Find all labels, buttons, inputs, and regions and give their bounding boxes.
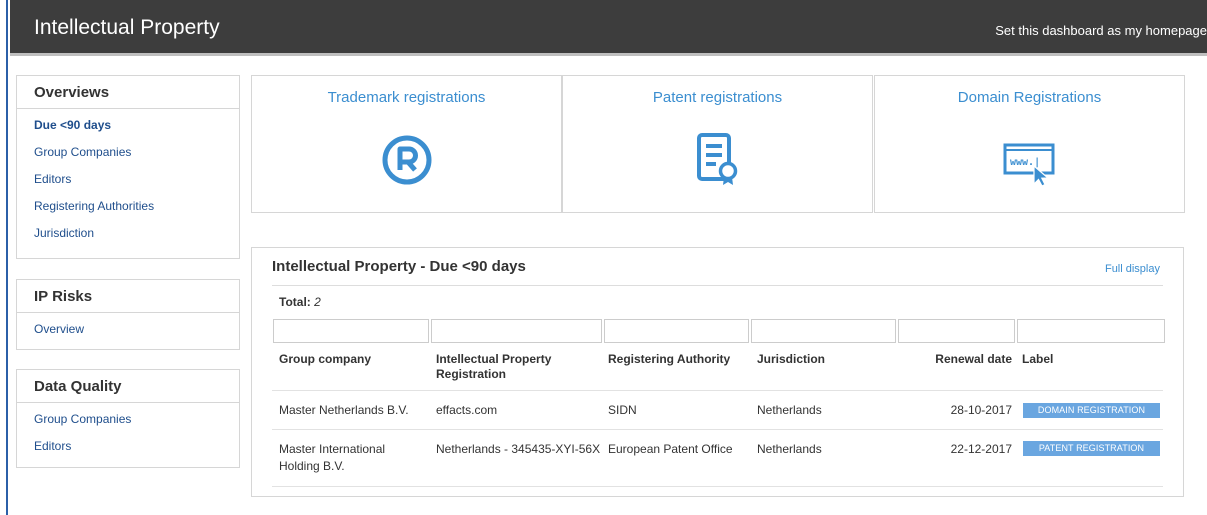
cell-ip-registration: effacts.com bbox=[436, 403, 498, 417]
overviews-panel-title: Overviews bbox=[17, 76, 239, 109]
www-cursor-icon: www.| bbox=[1002, 140, 1058, 191]
window-left-border bbox=[0, 0, 8, 515]
filter-group-company[interactable] bbox=[273, 319, 429, 343]
cell-jurisdiction: Netherlands bbox=[757, 442, 822, 456]
sidebar-item-overview[interactable]: Overview bbox=[17, 317, 239, 344]
trademark-registrations-card[interactable]: Trademark registrations bbox=[251, 75, 562, 213]
data-quality-panel-title: Data Quality bbox=[17, 370, 239, 403]
registered-icon bbox=[381, 134, 433, 191]
total-count: Total: 2 bbox=[279, 295, 321, 309]
total-value: 2 bbox=[314, 295, 321, 309]
overviews-panel: Overviews Due <90 days Group Companies E… bbox=[16, 75, 240, 259]
ip-risks-panel-title: IP Risks bbox=[17, 280, 239, 313]
sidebar-item-due-90-days[interactable]: Due <90 days bbox=[17, 113, 239, 140]
cell-group-company: Master Netherlands B.V. bbox=[279, 403, 409, 417]
column-header-registering-authority[interactable]: Registering Authority bbox=[608, 352, 730, 367]
filter-jurisdiction[interactable] bbox=[751, 319, 896, 343]
sidebar-item-dq-editors[interactable]: Editors bbox=[17, 434, 239, 461]
domain-registration-badge: DOMAIN REGISTRATION bbox=[1023, 403, 1160, 418]
total-label: Total: bbox=[279, 295, 311, 309]
patent-registration-badge: PATENT REGISTRATION bbox=[1023, 441, 1160, 456]
sidebar-item-editors[interactable]: Editors bbox=[17, 167, 239, 194]
header-divider bbox=[272, 390, 1163, 391]
card-title-domain: Domain Registrations bbox=[957, 89, 1102, 106]
filter-registering-authority[interactable] bbox=[604, 319, 749, 343]
filter-label[interactable] bbox=[1017, 319, 1165, 343]
card-title-trademark: Trademark registrations bbox=[327, 89, 486, 106]
column-header-label[interactable]: Label bbox=[1022, 352, 1053, 367]
patent-registrations-card[interactable]: Patent registrations bbox=[562, 75, 873, 213]
cell-registering-authority: European Patent Office bbox=[608, 442, 733, 456]
sidebar-item-registering-authorities[interactable]: Registering Authorities bbox=[17, 194, 239, 221]
full-display-link[interactable]: Full display bbox=[1105, 263, 1160, 275]
row-divider bbox=[272, 429, 1163, 430]
certificate-icon bbox=[692, 131, 744, 192]
domain-registrations-card[interactable]: Domain Registrations www.| bbox=[874, 75, 1185, 213]
filter-renewal-date[interactable] bbox=[898, 319, 1015, 343]
ip-risks-panel: IP Risks Overview bbox=[16, 279, 240, 350]
card-title-patent: Patent registrations bbox=[652, 89, 783, 106]
page-title: Intellectual Property bbox=[34, 16, 220, 39]
column-header-jurisdiction[interactable]: Jurisdiction bbox=[757, 352, 825, 367]
app-header: Intellectual Property Set this dashboard… bbox=[10, 0, 1207, 56]
column-header-renewal-date[interactable]: Renewal date bbox=[928, 352, 1012, 367]
sidebar-item-dq-group-companies[interactable]: Group Companies bbox=[17, 407, 239, 434]
filter-ip-registration[interactable] bbox=[431, 319, 602, 343]
cell-renewal-date: 28-10-2017 bbox=[950, 403, 1012, 417]
column-header-ip-registration[interactable]: Intellectual Property Registration bbox=[436, 352, 586, 382]
svg-text:www.|: www.| bbox=[1010, 157, 1040, 168]
sidebar-item-jurisdiction[interactable]: Jurisdiction bbox=[17, 221, 239, 248]
cell-jurisdiction: Netherlands bbox=[757, 403, 822, 417]
title-divider bbox=[272, 285, 1163, 286]
data-quality-panel: Data Quality Group Companies Editors bbox=[16, 369, 240, 468]
cell-ip-registration: Netherlands - 345435-XYI-56X bbox=[436, 442, 601, 456]
cell-group-company: Master International Holding B.V. bbox=[279, 442, 386, 473]
table-title: Intellectual Property - Due <90 days bbox=[272, 258, 526, 275]
cell-renewal-date: 22-12-2017 bbox=[950, 442, 1012, 456]
sidebar-item-group-companies[interactable]: Group Companies bbox=[17, 140, 239, 167]
cell-registering-authority: SIDN bbox=[608, 403, 637, 417]
set-homepage-link[interactable]: Set this dashboard as my homepage bbox=[995, 23, 1207, 38]
row-divider bbox=[272, 486, 1163, 487]
column-header-group-company[interactable]: Group company bbox=[279, 352, 371, 367]
due-90-days-table: Intellectual Property - Due <90 days Ful… bbox=[251, 247, 1184, 497]
